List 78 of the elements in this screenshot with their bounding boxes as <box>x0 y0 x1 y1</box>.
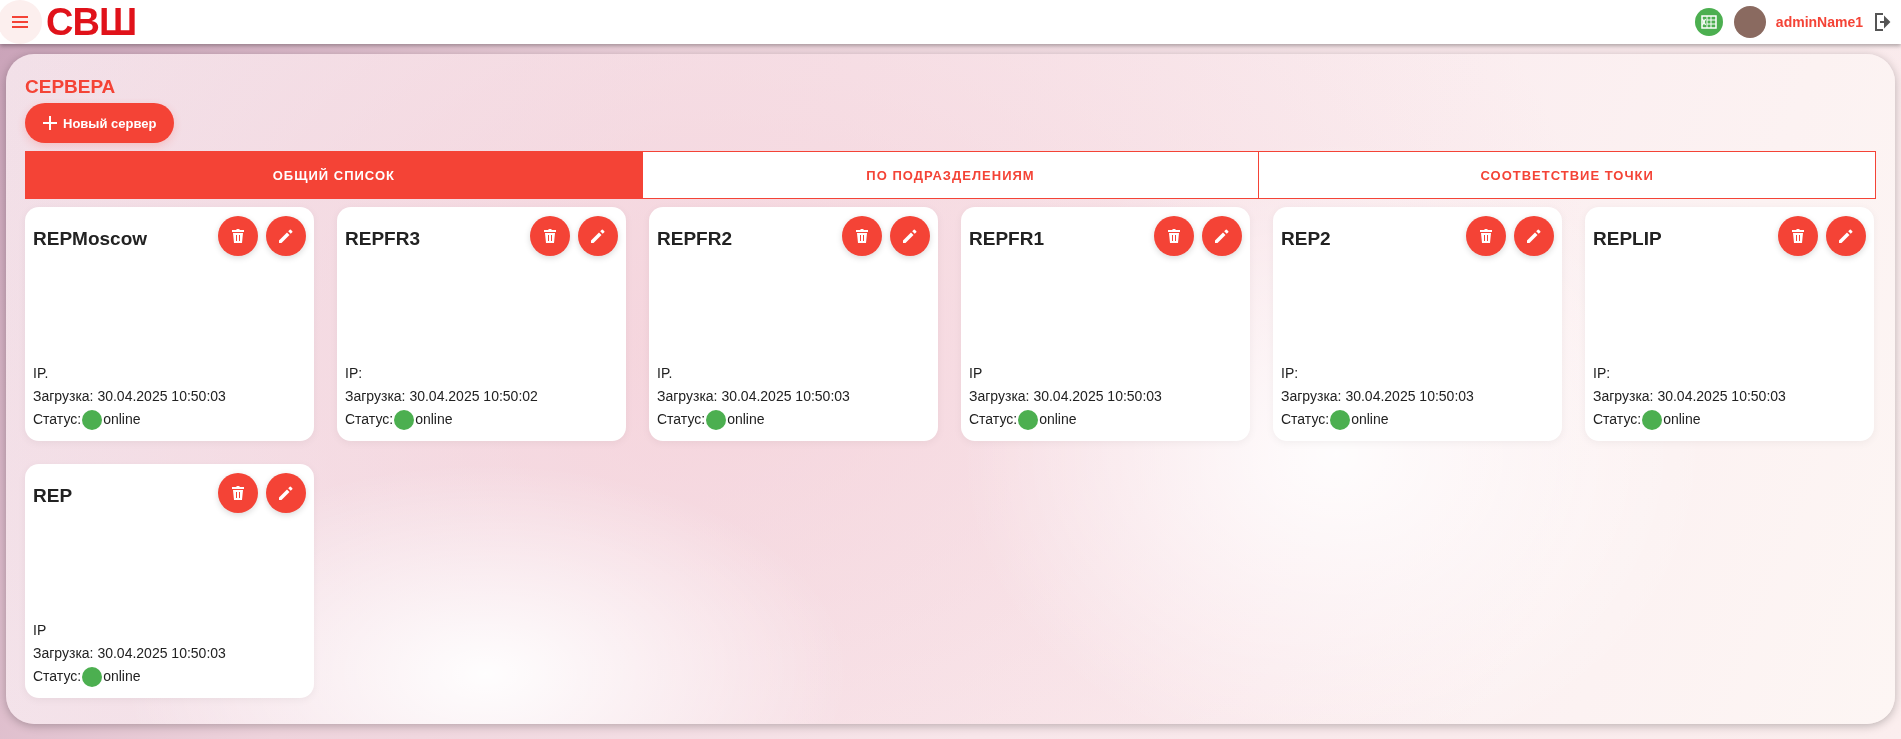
edit-button[interactable] <box>266 473 306 513</box>
tab[interactable]: ПО ПОДРАЗДЕЛЕНИЯМ <box>641 152 1259 198</box>
pencil-icon <box>1838 228 1854 244</box>
load-time: Загрузка: 30.04.2025 10:50:03 <box>1281 387 1475 406</box>
server-name: REPFR2 <box>657 228 733 250</box>
load-time: Загрузка: 30.04.2025 10:50:03 <box>657 387 851 406</box>
pencil-icon <box>1526 228 1542 244</box>
status-label: Статус: <box>345 410 394 429</box>
server-name: REPFR3 <box>345 228 421 250</box>
logout-button[interactable] <box>1875 13 1891 31</box>
status-text: online <box>1039 410 1077 429</box>
page-title: СЕРВЕРА <box>25 76 117 98</box>
load-time: Загрузка: 30.04.2025 10:50:03 <box>1593 387 1787 406</box>
trash-icon <box>231 228 245 244</box>
logout-icon <box>1875 13 1891 31</box>
pencil-icon <box>1214 228 1230 244</box>
avatar[interactable] <box>1733 6 1766 38</box>
menu-button[interactable] <box>0 0 42 44</box>
server-name: REP2 <box>1281 228 1332 250</box>
user-name[interactable]: adminName1 <box>1775 14 1863 30</box>
server-name: REPFR1 <box>969 228 1045 250</box>
edit-button[interactable] <box>1514 216 1554 256</box>
ip-label: IP. <box>33 364 50 383</box>
delete-button[interactable] <box>1466 216 1506 256</box>
status-label: Статус: <box>657 410 706 429</box>
status-text: online <box>1351 410 1389 429</box>
status-text: online <box>727 410 765 429</box>
edit-button[interactable] <box>266 216 306 256</box>
ip-label: IP <box>33 621 48 640</box>
spreadsheet-button[interactable] <box>1694 8 1723 36</box>
delete-button[interactable] <box>1154 216 1194 256</box>
status-label: Статус: <box>33 667 82 686</box>
edit-button[interactable] <box>578 216 618 256</box>
trash-icon <box>1791 228 1805 244</box>
status-text: online <box>415 410 453 429</box>
trash-icon <box>855 228 869 244</box>
delete-button[interactable] <box>218 216 258 256</box>
trash-icon <box>543 228 557 244</box>
trash-icon <box>231 485 245 501</box>
server-name: REP <box>33 485 74 507</box>
status-label: Статус: <box>1593 410 1642 429</box>
server-name: REPMoscow <box>33 228 149 250</box>
pencil-icon <box>278 228 294 244</box>
delete-button[interactable] <box>842 216 882 256</box>
load-time: Загрузка: 30.04.2025 10:50:02 <box>345 387 539 406</box>
new-server-button[interactable]: Новый сервер <box>25 103 175 143</box>
delete-button[interactable] <box>1778 216 1818 256</box>
server-name: REPLIP <box>1593 228 1663 250</box>
ip-label: IP: <box>345 364 364 383</box>
trash-icon <box>1167 228 1181 244</box>
status-text: online <box>103 410 141 429</box>
load-time: Загрузка: 30.04.2025 10:50:03 <box>33 387 227 406</box>
status-text: online <box>1663 410 1701 429</box>
tab[interactable]: СООТВЕТСТВИЕ ТОЧКИ <box>1258 152 1875 198</box>
status-text: online <box>103 667 141 686</box>
ip-label: IP <box>969 364 984 383</box>
pencil-icon <box>590 228 606 244</box>
status-label: Статус: <box>33 410 82 429</box>
ip-label: IP: <box>1281 364 1300 383</box>
load-time: Загрузка: 30.04.2025 10:50:03 <box>33 644 227 663</box>
plus-icon <box>43 116 57 130</box>
edit-button[interactable] <box>1202 216 1242 256</box>
edit-button[interactable] <box>890 216 930 256</box>
pencil-icon <box>278 485 294 501</box>
load-time: Загрузка: 30.04.2025 10:50:03 <box>969 387 1163 406</box>
status-label: Статус: <box>1281 410 1330 429</box>
pencil-icon <box>902 228 918 244</box>
ip-label: IP. <box>657 364 674 383</box>
trash-icon <box>1479 228 1493 244</box>
edit-button[interactable] <box>1826 216 1866 256</box>
delete-button[interactable] <box>218 473 258 513</box>
delete-button[interactable] <box>530 216 570 256</box>
ip-label: IP: <box>1593 364 1612 383</box>
tab[interactable]: ОБЩИЙ СПИСОК <box>26 152 642 198</box>
status-label: Статус: <box>969 410 1018 429</box>
logo: СВШ <box>46 3 137 41</box>
spreadsheet-icon <box>1700 14 1717 30</box>
menu-icon <box>12 16 28 28</box>
